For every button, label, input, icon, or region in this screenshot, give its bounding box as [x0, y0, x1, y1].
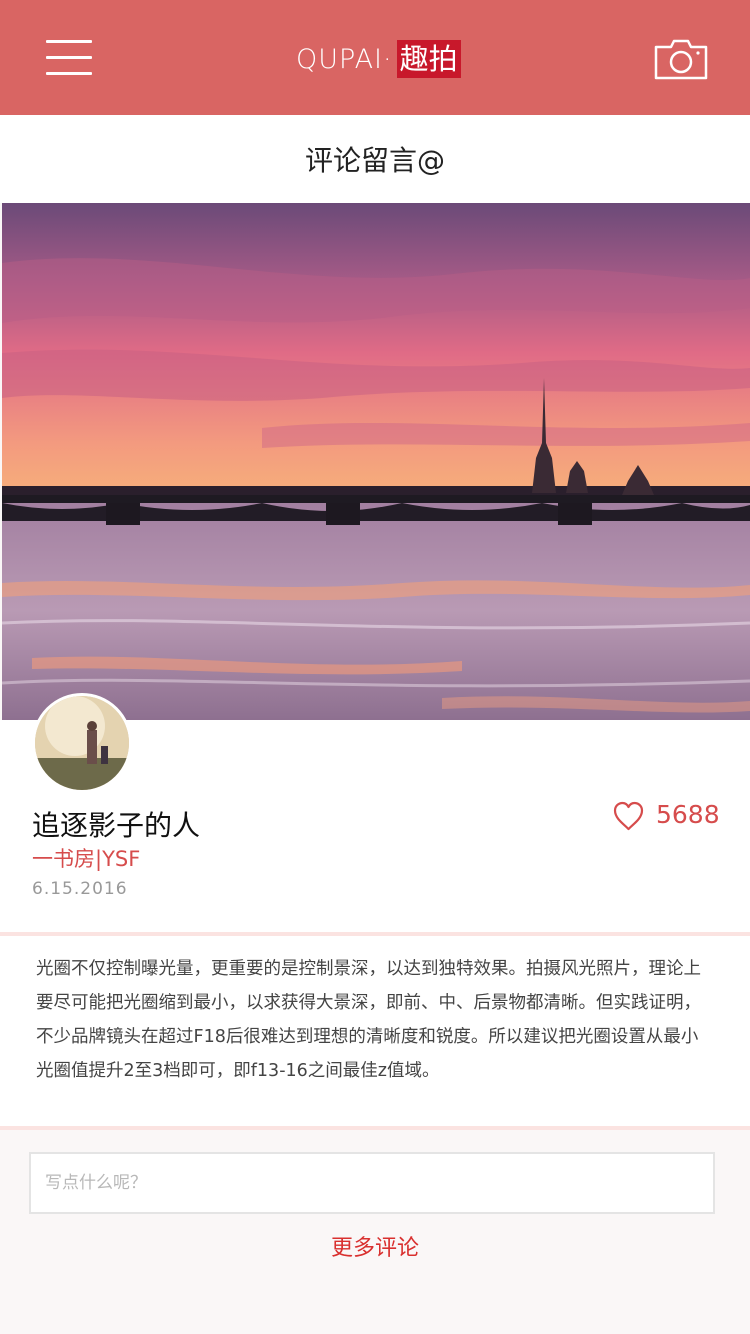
like-count: 5688: [656, 800, 720, 829]
hamburger-menu-icon[interactable]: [46, 40, 92, 76]
page-title: 评论留言@: [304, 144, 445, 177]
post-date: 6.15.2016: [32, 879, 128, 899]
post-photo[interactable]: [2, 203, 750, 720]
camera-icon[interactable]: [654, 38, 708, 80]
app-header: QUPAI· 趣拍: [0, 0, 750, 115]
logo-badge: 趣拍: [396, 40, 461, 78]
heart-icon[interactable]: [612, 800, 645, 832]
logo-text: QUPAI·: [296, 43, 393, 75]
author-name[interactable]: 追逐影子的人: [32, 804, 200, 844]
page-subheader: 评论留言@: [0, 115, 750, 203]
more-comments-link[interactable]: 更多评论: [0, 1230, 750, 1262]
app-logo: QUPAI· 趣拍: [296, 39, 461, 79]
author-studio[interactable]: 一书房|YSF: [32, 843, 140, 873]
post-text: 光圈不仅控制曝光量，更重要的是控制景深，以达到独特效果。拍摄风光照片，理论上要尽…: [0, 936, 750, 1126]
divider: [0, 1126, 750, 1130]
comment-input[interactable]: [29, 1152, 715, 1214]
author-avatar[interactable]: [32, 693, 132, 793]
